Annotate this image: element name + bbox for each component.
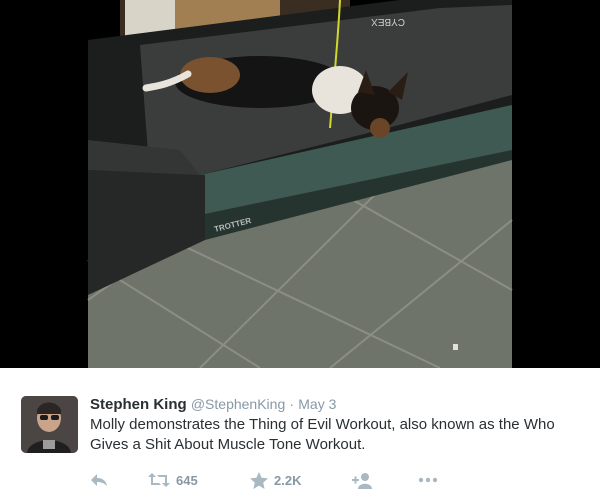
follow-button[interactable]: [352, 469, 374, 491]
svg-text:CYBEX: CYBEX: [371, 16, 405, 27]
header-separator: ·: [289, 396, 295, 412]
author-photo: [21, 396, 78, 453]
author-name[interactable]: Stephen King: [90, 396, 187, 413]
follow-icon: [352, 472, 372, 489]
more-icon: [418, 477, 438, 483]
retweet-icon: [148, 473, 170, 487]
avatar[interactable]: [21, 396, 78, 453]
tweet-card: Stephen King @StephenKing · May 3 Molly …: [0, 368, 600, 497]
favorite-count: 2.2K: [274, 472, 302, 488]
retweet-count: 645: [176, 472, 198, 488]
photo-scene: CYBEX TROTTER: [0, 0, 600, 368]
retweet-button[interactable]: 645: [148, 469, 198, 491]
favorite-button[interactable]: 2.2K: [250, 469, 301, 491]
favorite-icon: [250, 471, 268, 489]
reply-icon: [91, 474, 107, 486]
tweet-header: Stephen King @StephenKing · May 3: [90, 395, 336, 414]
tweet-text: Molly demonstrates the Thing of Evil Wor…: [90, 416, 555, 453]
reply-button[interactable]: [90, 469, 108, 491]
tweet-photo[interactable]: CYBEX TROTTER: [0, 0, 600, 368]
more-button[interactable]: [418, 469, 438, 491]
author-handle[interactable]: @StephenKing: [191, 396, 285, 412]
tweet-date[interactable]: May 3: [298, 396, 336, 412]
